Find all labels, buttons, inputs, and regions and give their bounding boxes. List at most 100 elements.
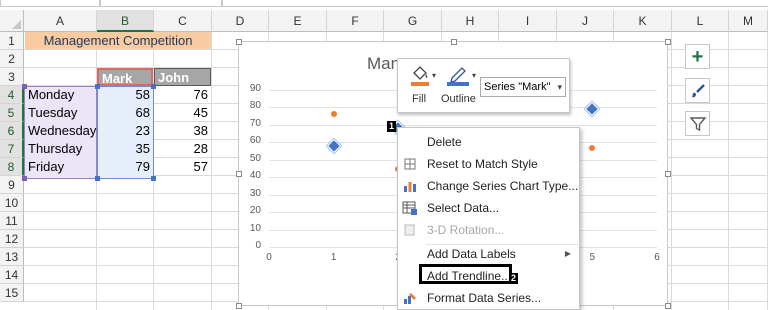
fill-button[interactable]: ▾ xyxy=(410,65,436,90)
y-tick-label: 30 xyxy=(249,187,261,199)
mark-cell[interactable]: 35 xyxy=(97,140,153,158)
sheet-title-cell[interactable]: Management Competition xyxy=(25,32,211,49)
menu-item-select-data[interactable]: Select Data... xyxy=(398,197,581,219)
name-box[interactable] xyxy=(0,0,100,7)
formula-bar-strip xyxy=(0,0,768,10)
col-header-b[interactable]: B xyxy=(97,10,154,32)
col-header-j[interactable]: J xyxy=(557,10,614,32)
col-header-c[interactable]: C xyxy=(154,10,212,32)
y-tick-label: 10 xyxy=(249,222,261,234)
chart-resize-handle[interactable] xyxy=(665,171,671,177)
row-header-6[interactable]: 6 xyxy=(0,122,24,140)
john-cell[interactable]: 45 xyxy=(154,104,211,122)
mark-cell[interactable]: 58 xyxy=(97,86,153,104)
outline-button[interactable]: ▾ xyxy=(446,65,476,90)
john-cell[interactable]: 38 xyxy=(154,122,211,140)
select-all-corner[interactable] xyxy=(0,10,24,32)
col-header-e[interactable]: E xyxy=(269,10,327,32)
submenu-arrow-icon: ▶ xyxy=(564,249,571,258)
fill-label: Fill xyxy=(412,93,427,105)
row-header-10[interactable]: 10 xyxy=(0,194,24,212)
y-tick-label: 20 xyxy=(249,205,261,217)
row-header-8[interactable]: 8 xyxy=(0,158,24,176)
chart-elements-button[interactable]: + xyxy=(685,44,710,69)
day-cell[interactable]: Thursday xyxy=(25,140,97,158)
range-handle[interactable] xyxy=(95,176,100,181)
brush-icon xyxy=(691,83,705,97)
chart-resize-handle[interactable] xyxy=(236,303,242,309)
row-header-15[interactable]: 15 xyxy=(0,284,24,302)
range-handle[interactable] xyxy=(22,84,27,89)
chart-filters-button[interactable] xyxy=(685,111,710,136)
row-header-2[interactable]: 2 xyxy=(0,50,24,68)
col-header-g[interactable]: G xyxy=(384,10,442,32)
john-data-point[interactable] xyxy=(330,111,337,118)
menu-item-reset-style[interactable]: Reset to Match Style xyxy=(398,153,581,175)
chart-resize-handle[interactable] xyxy=(665,303,671,309)
reset-style-icon xyxy=(404,158,416,170)
select-data-icon xyxy=(402,201,417,215)
plus-icon: + xyxy=(691,45,704,68)
day-cell[interactable]: Friday xyxy=(25,158,97,176)
range-handle[interactable] xyxy=(151,176,156,181)
row-header-7[interactable]: 7 xyxy=(0,140,24,158)
x-tick-label: 0 xyxy=(266,252,272,263)
paint-bucket-icon xyxy=(411,66,429,86)
menu-item-3d-rotation[interactable]: 3-D Rotation... xyxy=(398,219,581,241)
col-header-l[interactable]: L xyxy=(672,10,729,32)
menu-item-add-data-labels[interactable]: Add Data Labels ▶ xyxy=(398,243,581,265)
range-handle[interactable] xyxy=(22,176,27,181)
range-handle[interactable] xyxy=(95,84,100,89)
menu-item-label: Format Data Series... xyxy=(427,291,542,305)
3d-rotation-icon xyxy=(404,224,415,236)
chevron-down-icon: ▾ xyxy=(557,82,562,92)
chart-resize-handle[interactable] xyxy=(236,39,242,45)
chart-styles-button[interactable] xyxy=(685,78,710,103)
header-cell-mark[interactable]: Mark xyxy=(97,68,153,86)
col-header-k[interactable]: K xyxy=(614,10,672,32)
chart-resize-handle[interactable] xyxy=(451,39,457,45)
row-header-3[interactable]: 3 xyxy=(0,68,24,86)
menu-item-format-data-series[interactable]: Format Data Series... xyxy=(398,287,581,309)
row-header-12[interactable]: 12 xyxy=(0,230,24,248)
john-cell[interactable]: 76 xyxy=(154,86,211,104)
formula-controls xyxy=(100,0,222,7)
y-tick-label: 0 xyxy=(255,240,261,251)
chart-resize-handle[interactable] xyxy=(236,171,242,177)
row-header-13[interactable]: 13 xyxy=(0,248,24,266)
john-cell[interactable]: 28 xyxy=(154,140,211,158)
chart-resize-handle[interactable] xyxy=(665,39,671,45)
format-series-icon xyxy=(404,293,416,304)
mark-data-point[interactable] xyxy=(583,100,601,118)
row-header-4[interactable]: 4 xyxy=(0,86,24,104)
mark-cell[interactable]: 68 xyxy=(97,104,153,122)
row-header-11[interactable]: 11 xyxy=(0,212,24,230)
col-header-a[interactable]: A xyxy=(24,10,97,32)
row-header-14[interactable]: 14 xyxy=(0,266,24,284)
chart-title[interactable]: Man xyxy=(367,54,400,74)
john-cell[interactable]: 57 xyxy=(154,158,211,176)
col-header-f[interactable]: F xyxy=(327,10,384,32)
row-header-5[interactable]: 5 xyxy=(0,104,24,122)
menu-item-label: Delete xyxy=(427,135,462,149)
day-cell[interactable]: Wednesday xyxy=(25,122,97,140)
menu-item-change-chart-type[interactable]: Change Series Chart Type... xyxy=(398,175,581,197)
col-header-d[interactable]: D xyxy=(212,10,269,32)
col-header-m[interactable]: M xyxy=(729,10,768,32)
john-data-point[interactable] xyxy=(589,144,596,151)
mark-cell[interactable]: 79 xyxy=(97,158,153,176)
series-selector[interactable]: Series "Mark" ▾ xyxy=(480,77,566,97)
col-header-h[interactable]: H xyxy=(442,10,499,32)
range-handle[interactable] xyxy=(151,84,156,89)
gridline xyxy=(269,124,657,126)
row-header-1[interactable]: 1 xyxy=(0,32,24,50)
header-cell-john[interactable]: John xyxy=(154,68,211,86)
menu-item-delete[interactable]: Delete xyxy=(398,131,581,153)
col-header-i[interactable]: I xyxy=(499,10,557,32)
row-header-9[interactable]: 9 xyxy=(0,176,24,194)
day-cell[interactable]: Monday xyxy=(25,86,97,104)
day-cell[interactable]: Tuesday xyxy=(25,104,97,122)
formula-input[interactable] xyxy=(222,0,768,7)
outline-label: Outline xyxy=(441,93,476,105)
mark-cell[interactable]: 23 xyxy=(97,122,153,140)
